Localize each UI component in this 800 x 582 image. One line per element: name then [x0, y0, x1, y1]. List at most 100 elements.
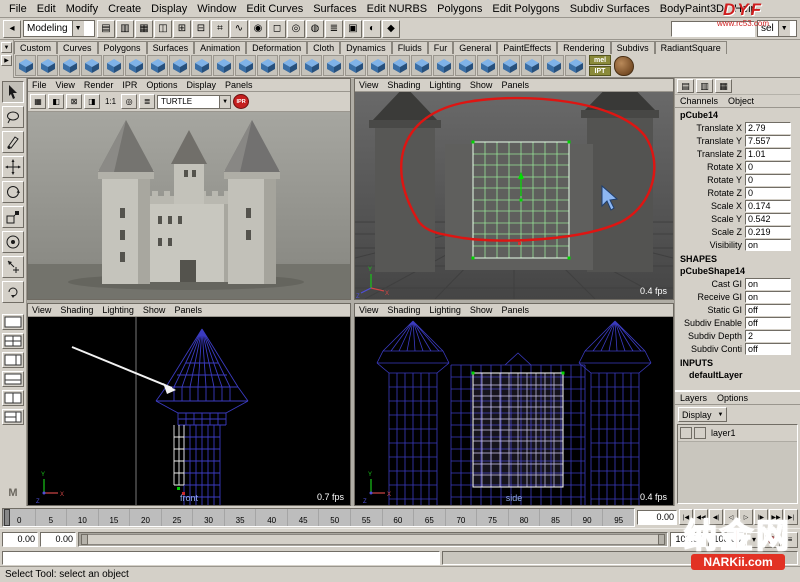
ipt-script-button[interactable]: IPT [589, 66, 611, 76]
range-end-field[interactable]: 100.00 [670, 532, 706, 547]
shelf-menu-icon[interactable]: ▶ [1, 55, 12, 66]
channel-value-field[interactable]: 0.174 [745, 200, 791, 212]
menu-item[interactable]: Surfaces [308, 2, 361, 16]
viewport-menu-item[interactable]: Panels [501, 80, 529, 90]
status-icon[interactable]: ◉ [249, 20, 267, 38]
viewport-menu-item[interactable]: Show [143, 305, 166, 315]
status-icon[interactable]: ∿ [230, 20, 248, 38]
viewport-menu-item[interactable]: IPR [122, 80, 137, 90]
menu-item[interactable]: Edit [32, 2, 61, 16]
shelf-icon[interactable] [213, 55, 234, 76]
viewport-menu-item[interactable]: Show [470, 305, 493, 315]
layer-display-type-toggle[interactable] [694, 427, 706, 439]
viewport-menu-item[interactable]: Display [186, 80, 216, 90]
shelf-icon[interactable] [367, 55, 388, 76]
shape-node-name[interactable]: pCubeShape14 [675, 265, 800, 277]
channel-box-menu-item[interactable]: Object [728, 96, 754, 106]
channel-value-field[interactable]: 0 [745, 174, 791, 186]
shelf-icon[interactable] [15, 55, 36, 76]
viewport-menu-item[interactable]: Show [470, 80, 493, 90]
shelf-icon[interactable] [125, 55, 146, 76]
menu-item[interactable]: Help [729, 2, 762, 16]
quick-select-input[interactable] [671, 21, 755, 37]
animation-preferences-button[interactable]: ≡ [782, 532, 798, 548]
front-canvas[interactable]: Y X Z front 0.7 fps [28, 317, 350, 505]
viewport-menu-item[interactable]: Panels [225, 80, 253, 90]
render-view-canvas[interactable] [28, 112, 350, 299]
shelf-tab[interactable]: PaintEffects [497, 41, 557, 54]
shelf-tab[interactable]: Custom [14, 41, 57, 54]
status-icon[interactable]: ▥ [116, 20, 134, 38]
time-ruler[interactable]: 05101520253035404550556065707580859095 [2, 508, 635, 527]
side-canvas[interactable]: Y X Z side 0.4 fps [355, 317, 673, 505]
shelf-icon[interactable] [59, 55, 80, 76]
range-start-handle[interactable] [81, 534, 88, 545]
channel-value-field[interactable]: on [745, 278, 791, 290]
viewport-menu-item[interactable]: File [32, 80, 47, 90]
panel-toggle-icon[interactable]: ▤ [677, 79, 694, 93]
show-manipulator-tool[interactable] [2, 256, 24, 278]
shelf-icon[interactable] [37, 55, 58, 76]
shelf-tab[interactable]: General [453, 41, 497, 54]
viewport-menu-item[interactable]: View [359, 80, 378, 90]
channel-value-field[interactable]: 1.01 [745, 148, 791, 160]
shelf-tab[interactable]: Fluids [392, 41, 428, 54]
layer-row[interactable]: layer1 [678, 425, 797, 442]
shelf-icon[interactable] [521, 55, 542, 76]
channel-box-menu-item[interactable]: Channels [680, 96, 718, 106]
panel-toggle-icon[interactable]: ▥ [696, 79, 713, 93]
playback-button[interactable]: ◁ [724, 509, 738, 525]
menu-item[interactable]: Window [192, 2, 241, 16]
playback-button[interactable]: |▶ [754, 509, 768, 525]
shelf-icon[interactable] [279, 55, 300, 76]
menu-item[interactable]: BodyPaint3D [655, 2, 729, 16]
shelf-icon[interactable] [81, 55, 102, 76]
channel-value-field[interactable]: 0 [745, 187, 791, 199]
shelf-icon[interactable] [389, 55, 410, 76]
channel-value-field[interactable]: off [745, 304, 791, 316]
selection-mask-selector[interactable]: sel ▼ [757, 20, 797, 37]
shelf-rock-icon[interactable] [614, 56, 634, 76]
shelf-tab[interactable]: Rendering [557, 41, 611, 54]
shelf-icon[interactable] [345, 55, 366, 76]
viewport-menu-item[interactable]: Options [146, 80, 177, 90]
scale-tool[interactable] [2, 206, 24, 228]
current-frame-marker[interactable] [4, 509, 10, 526]
layer-display-selector[interactable]: Display ▼ [678, 407, 727, 422]
shelf-icon[interactable] [565, 55, 586, 76]
status-icon[interactable]: ≣ [325, 20, 343, 38]
ipr-button[interactable]: IPR [233, 94, 249, 109]
channel-value-field[interactable]: 0.219 [745, 226, 791, 238]
render-toolbar-icon[interactable]: ◧ [48, 94, 64, 109]
mel-command-input[interactable] [2, 551, 440, 565]
anim-end-field[interactable]: 100.00 [708, 532, 744, 547]
playback-button[interactable]: |◀ [679, 509, 693, 525]
character-set-selector[interactable]: ▾ [746, 532, 762, 548]
playback-button[interactable]: ◀| [709, 509, 723, 525]
menu-item[interactable]: Edit Polygons [487, 2, 564, 16]
shelf-icon[interactable] [257, 55, 278, 76]
range-track[interactable] [78, 532, 668, 547]
shelf-tab[interactable]: Cloth [307, 41, 340, 54]
input-node-name[interactable]: defaultLayer [675, 369, 800, 381]
layout-three-pane-button[interactable] [2, 409, 24, 425]
menu-item[interactable]: Polygons [432, 2, 487, 16]
menu-item[interactable]: File [4, 2, 32, 16]
playback-button[interactable]: ▶▶ [769, 509, 783, 525]
status-icon[interactable]: ◎ [287, 20, 305, 38]
status-icon[interactable]: ⊞ [173, 20, 191, 38]
current-time-field[interactable]: 0.00 [637, 510, 677, 525]
renderer-selector[interactable]: TURTLE ▼ [157, 95, 231, 109]
persp-canvas[interactable]: Y X Z 0.4 fps [355, 92, 673, 299]
viewport-menu-item[interactable]: Panels [501, 305, 529, 315]
channel-value-field[interactable]: off [745, 343, 791, 355]
channel-value-field[interactable]: 0 [745, 161, 791, 173]
viewport-menu-item[interactable]: View [56, 80, 75, 90]
shelf-icon[interactable] [499, 55, 520, 76]
shelf-icon[interactable] [433, 55, 454, 76]
viewport-menu-item[interactable]: Panels [174, 305, 202, 315]
render-toolbar-icon[interactable]: ⊠ [66, 94, 82, 109]
render-zoom-icon[interactable]: ≣ [139, 94, 155, 109]
channel-value-field[interactable]: on [745, 291, 791, 303]
viewport-menu-item[interactable]: Shading [387, 80, 420, 90]
